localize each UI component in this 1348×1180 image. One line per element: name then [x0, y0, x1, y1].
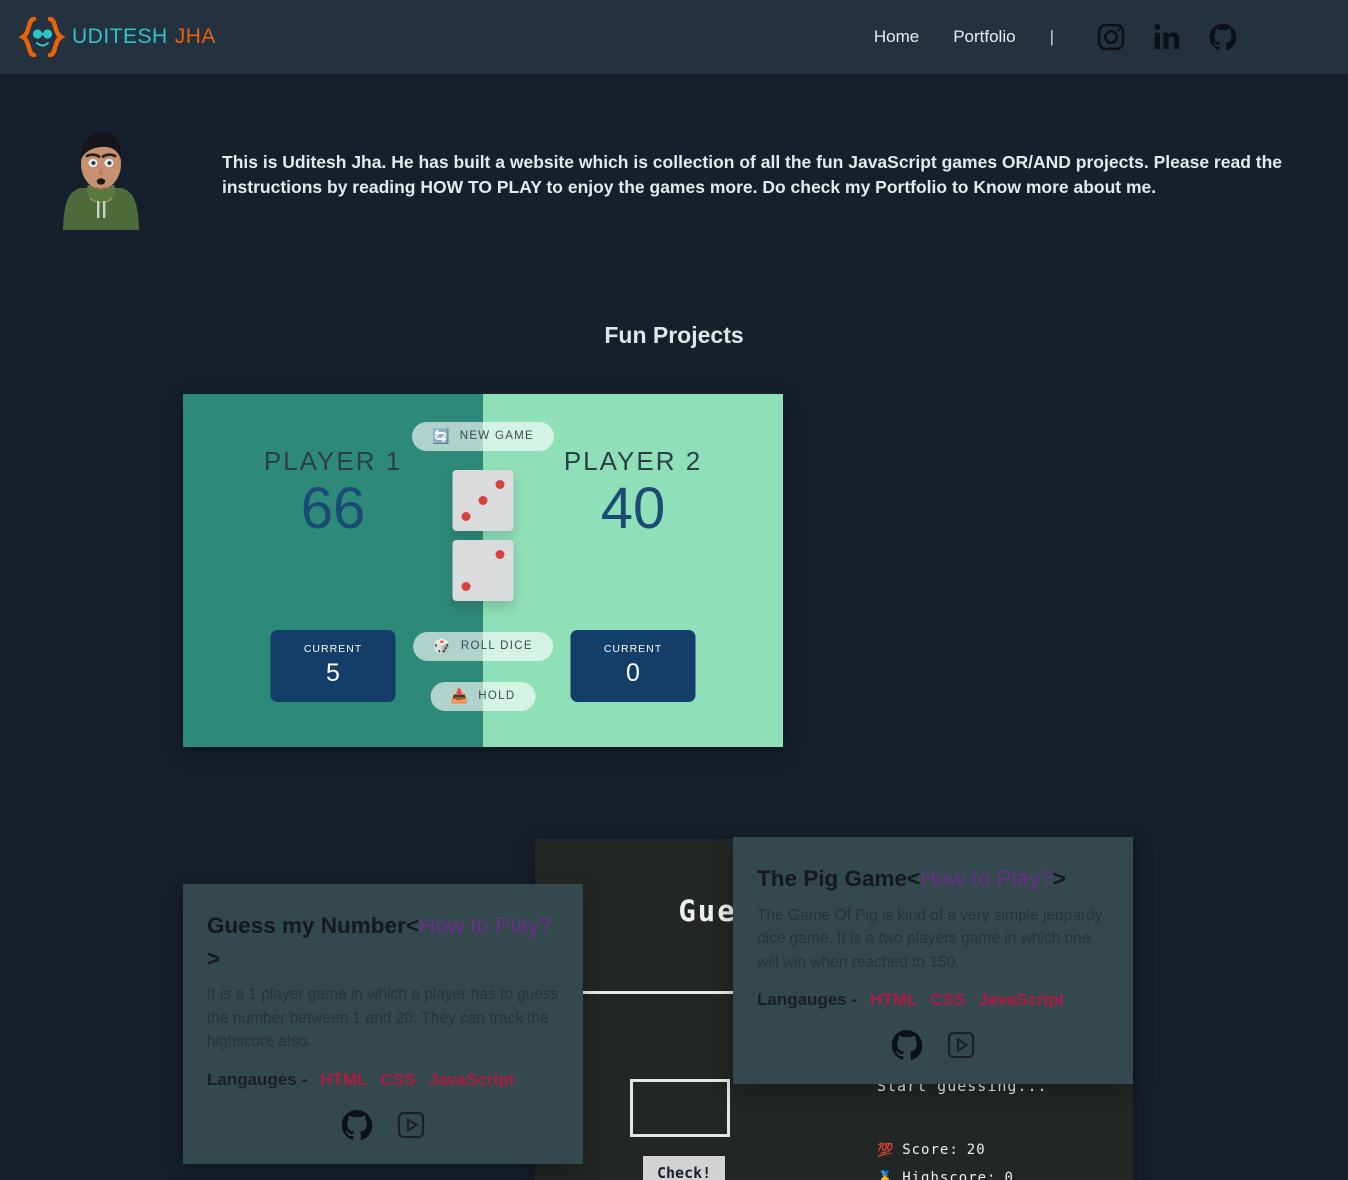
pig-player-1-current-label: CURRENT [303, 643, 363, 655]
nav-link-home[interactable]: Home [874, 27, 919, 47]
github-icon[interactable] [1208, 22, 1238, 52]
hundred-points-icon: 💯 [877, 1142, 895, 1158]
language-javascript: JavaScript [978, 990, 1065, 1010]
guess-number-info-card: Guess my Number<How to Play? > It is a 1 … [183, 884, 583, 1164]
pig-player-1-current-value: 5 [326, 659, 340, 687]
bracket-open: < [405, 913, 419, 938]
check-button[interactable]: Check! [643, 1156, 726, 1180]
pig-game-board: PLAYER 1 66 CURRENT 5 PLAYER 2 40 CURREN… [183, 394, 783, 747]
language-css: CSS [930, 990, 966, 1010]
logo-text: UDITESH JHA [72, 25, 216, 49]
language-html: HTML [320, 1069, 368, 1089]
refresh-icon: 🔄 [431, 428, 451, 444]
pig-game-info-card: The Pig Game<How to Play?> The Game Of P… [733, 837, 1133, 1085]
guess-score-label: Score: [902, 1142, 959, 1158]
github-icon[interactable] [890, 1028, 924, 1062]
play-button-icon[interactable] [946, 1030, 976, 1060]
languages-label: Langauges - [757, 990, 858, 1010]
page-title: Fun Projects [604, 322, 744, 348]
language-javascript: JavaScript [428, 1069, 515, 1089]
guess-card-links [207, 1108, 559, 1142]
die-icon: 🎲 [433, 638, 452, 654]
languages-label: Langauges - [207, 1069, 308, 1089]
user-avatar-illustration-icon [60, 122, 142, 230]
pig-card-title: The Pig Game<How to Play?> [757, 863, 1109, 896]
guess-score-row: 💯 Score: 20 [877, 1142, 986, 1158]
pig-player-2-current-box: CURRENT 0 [570, 630, 696, 702]
nav-separator: | [1049, 27, 1054, 46]
guess-card-title-text: Guess my Number [207, 913, 406, 938]
guess-card-description: It is a 1 player game in which a player … [207, 986, 559, 1051]
pig-card-languages: Langauges - HTML CSS JavaScript [757, 990, 1109, 1010]
guess-how-to-play-link[interactable]: How to Play? [419, 913, 552, 938]
hold-label: HOLD [478, 690, 516, 702]
pig-player-2-score: 40 [600, 476, 666, 541]
guess-score-value: 20 [966, 1142, 986, 1158]
pig-player-2-current-label: CURRENT [603, 643, 663, 655]
logo[interactable]: UDITESH JHA [18, 15, 216, 59]
intro-text: This is Uditesh Jha. He has built a webs… [222, 152, 1283, 198]
pig-player-2-current-value: 0 [626, 659, 640, 687]
project-row-pig: PLAYER 1 66 CURRENT 5 PLAYER 2 40 CURREN… [0, 394, 1348, 1085]
pig-player-1-score: 66 [300, 476, 366, 541]
inbox-tray-icon: 📥 [450, 688, 470, 704]
pig-card-links [757, 1028, 1109, 1062]
pig-how-to-play-link[interactable]: How to Play? [920, 866, 1053, 891]
guess-highscore-label: Highscore: [902, 1170, 997, 1180]
linkedin-icon[interactable] [1152, 22, 1182, 52]
logo-first-name: UDITESH [72, 25, 168, 48]
new-game-button[interactable]: 🔄 NEW GAME [411, 422, 555, 451]
project-row-guess: (Between 1 and 20) Guess My Number! ? Ch… [0, 839, 1348, 1180]
guess-highscore-value: 0 [1004, 1170, 1014, 1180]
pig-card-title-text: The Pig Game [757, 866, 908, 891]
guess-highscore-row: 🥇 Highscore: 0 [877, 1170, 1014, 1180]
site-header: UDITESH JHA Home Portfolio | [0, 0, 1348, 74]
nav-link-portfolio[interactable]: Portfolio [953, 27, 1015, 47]
roll-dice-button[interactable]: 🎲 ROLL DICE [413, 632, 553, 661]
dice-2 [452, 540, 514, 601]
dice-1 [452, 470, 514, 531]
gold-medal-icon: 🥇 [877, 1170, 895, 1180]
guess-input[interactable] [630, 1079, 730, 1137]
guess-card-languages: Langauges - HTML CSS JavaScript [207, 1070, 559, 1090]
logo-last-name: JHA [174, 25, 216, 48]
main-nav: Home Portfolio | [874, 22, 1238, 52]
bracket-open: < [907, 866, 921, 891]
github-icon[interactable] [340, 1108, 374, 1142]
social-icons [1096, 22, 1238, 52]
guess-card-title: Guess my Number<How to Play? > [207, 910, 559, 975]
bracket-close: > [207, 945, 221, 971]
intro-section: This is Uditesh Jha. He has built a webs… [0, 74, 1348, 230]
language-html: HTML [870, 990, 918, 1010]
pig-player-1-current-box: CURRENT 5 [270, 630, 396, 702]
instagram-icon[interactable] [1096, 22, 1126, 52]
code-face-logo-icon [18, 15, 66, 59]
bracket-close: > [1052, 866, 1066, 891]
language-css: CSS [380, 1069, 416, 1089]
play-button-icon[interactable] [396, 1110, 426, 1140]
pig-card-description: The Game Of Pig is kind of a very simple… [757, 906, 1103, 971]
roll-dice-label: ROLL DICE [460, 640, 533, 652]
hold-button[interactable]: 📥 HOLD [430, 682, 536, 711]
new-game-label: NEW GAME [459, 430, 535, 442]
